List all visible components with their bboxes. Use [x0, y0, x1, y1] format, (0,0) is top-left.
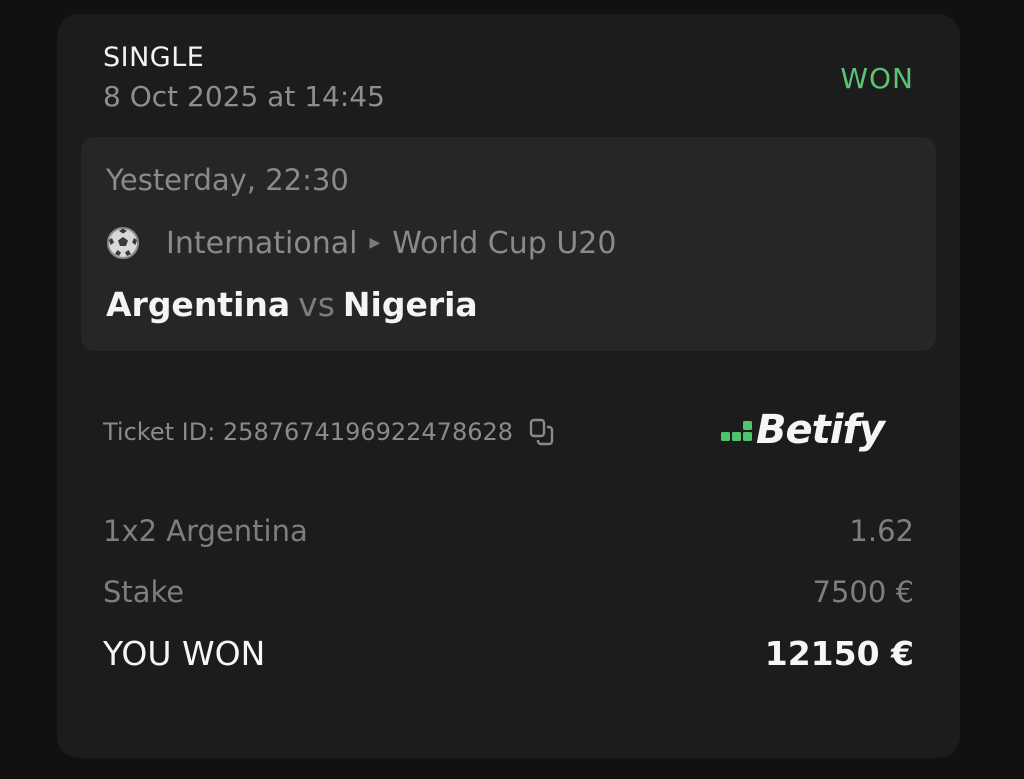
league-label: World Cup U20 — [392, 225, 617, 261]
selection-label: 1x2 Argentina — [103, 514, 308, 548]
copy-icon[interactable] — [527, 417, 557, 447]
selection-row: 1x2 Argentina 1.62 — [103, 514, 914, 548]
event-time: Yesterday, 22:30 — [106, 163, 349, 197]
winnings-row: YOU WON 12150 € — [103, 634, 914, 673]
brand-mark-icon — [720, 418, 754, 442]
match-title: Argentina vs Nigeria — [106, 285, 478, 324]
bet-type: SINGLE — [103, 42, 205, 73]
home-team: Argentina — [106, 285, 291, 324]
winnings-value: 12150 € — [764, 634, 914, 673]
vs-label: vs — [298, 285, 335, 324]
brand-logo: Betify — [720, 407, 885, 453]
soccer-ball-icon — [106, 226, 140, 260]
stake-row: Stake 7500 € — [103, 575, 914, 609]
caret-right-icon: ▶ — [369, 235, 381, 251]
category-label: International — [166, 225, 358, 261]
league-breadcrumb: International ▶ World Cup U20 — [106, 225, 616, 261]
ticket-id-row: Ticket ID: 2587674196922478628 — [103, 417, 557, 447]
ticket-id-label: Ticket ID: 2587674196922478628 — [103, 418, 514, 446]
stake-value: 7500 € — [812, 575, 914, 609]
brand-name: Betify — [756, 407, 885, 453]
status-badge: WON — [840, 62, 914, 95]
winnings-label: YOU WON — [103, 634, 266, 673]
bet-ticket-card: SINGLE 8 Oct 2025 at 14:45 WON Yesterday… — [57, 14, 960, 758]
away-team: Nigeria — [342, 285, 478, 324]
event-box[interactable]: Yesterday, 22:30 International ▶ World C… — [81, 137, 936, 351]
placed-date: 8 Oct 2025 at 14:45 — [103, 80, 385, 113]
selection-odds: 1.62 — [849, 514, 914, 548]
stake-label: Stake — [103, 575, 185, 609]
